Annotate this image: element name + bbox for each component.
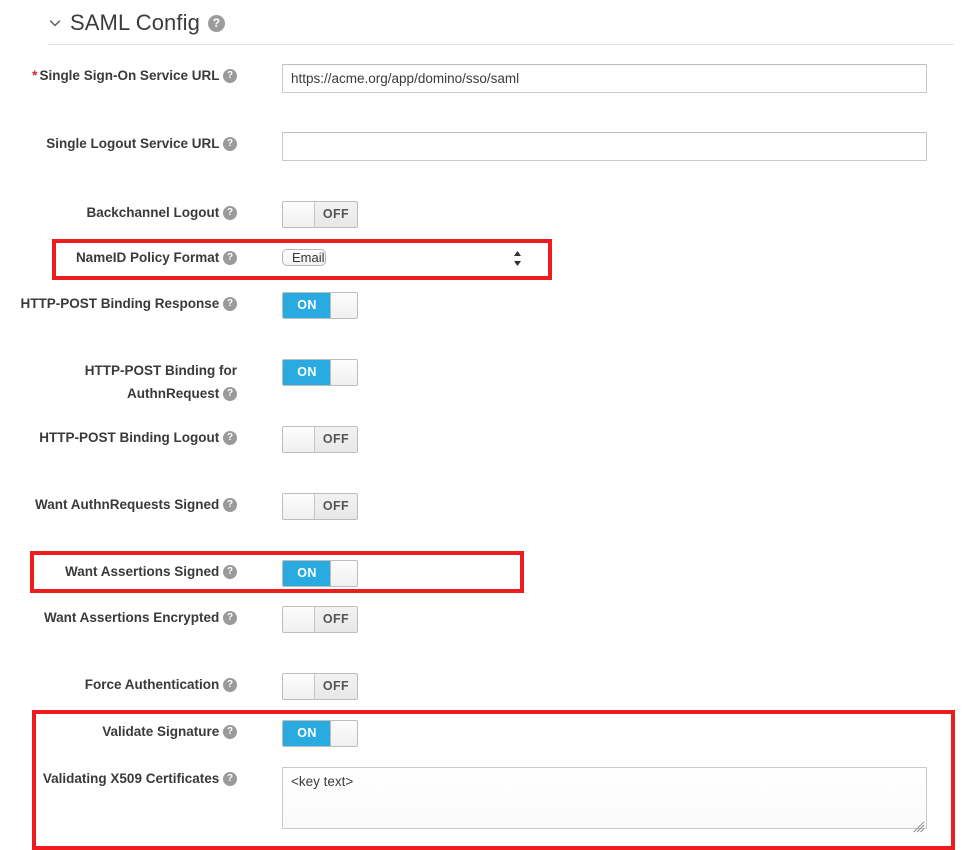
http-post-binding-response-toggle[interactable]: ON [282,292,358,319]
label-http-post-binding-logout: HTTP-POST Binding Logout ? [0,426,237,449]
toggle-state-label: ON [283,360,331,385]
help-circle-icon[interactable]: ? [223,431,237,446]
field-row-single-sign-on-service-url: * Single Sign-On Service URL ? [0,64,978,93]
chevron-down-icon[interactable] [48,16,62,30]
control-validating-x509-certificates [282,767,978,834]
label-want-authnrequests-signed: Want AuthnRequests Signed ? [0,493,237,516]
help-circle-icon[interactable]: ? [223,206,237,221]
validate-signature-toggle[interactable]: ON [282,720,358,747]
control-backchannel-logout: OFF [282,201,978,228]
field-row-single-logout-service-url: Single Logout Service URL ? [0,132,978,161]
toggle-state-label: ON [283,721,331,746]
required-marker: * [32,68,38,83]
toggle-state-label: ON [283,293,331,318]
toggle-knob [330,721,357,746]
backchannel-logout-toggle[interactable]: OFF [282,201,358,228]
field-row-http-post-binding-response: HTTP-POST Binding Response ? ON [0,292,978,319]
toggle-knob [283,427,315,452]
select-stepper-arrows-icon [513,249,522,268]
nameid-policy-format-select[interactable]: Email [282,246,530,271]
label-validating-x509-certificates: Validating X509 Certificates ? [0,767,237,790]
help-circle-icon[interactable]: ? [223,678,237,693]
control-want-authnrequests-signed: OFF [282,493,978,520]
toggle-knob [283,607,315,632]
label-backchannel-logout: Backchannel Logout ? [0,201,237,224]
control-validate-signature: ON [282,720,978,747]
page-title: SAML Config [70,10,200,35]
help-circle-icon[interactable]: ? [223,387,237,402]
label-single-logout-service-url: Single Logout Service URL ? [0,132,237,155]
field-row-backchannel-logout: Backchannel Logout ? OFF [0,201,978,228]
want-authnrequests-signed-toggle[interactable]: OFF [282,493,358,520]
help-circle-icon[interactable]: ? [223,137,237,152]
toggle-state-label: OFF [315,427,357,452]
toggle-knob [283,494,315,519]
single-logout-service-url-input[interactable] [282,132,927,161]
toggle-knob [330,293,357,318]
control-force-authentication: OFF [282,673,978,700]
want-assertions-signed-toggle[interactable]: ON [282,560,358,587]
label-force-authentication: Force Authentication ? [0,673,237,696]
help-circle-icon[interactable]: ? [223,498,237,513]
label-nameid-policy-format: NameID Policy Format ? [0,246,237,269]
toggle-knob [283,674,315,699]
header-divider [48,44,954,45]
label-http-post-binding-for-authnrequest: HTTP-POST Binding for AuthnRequest ? [84,363,237,402]
field-row-http-post-binding-logout: HTTP-POST Binding Logout ? OFF [0,426,978,453]
help-circle-icon[interactable]: ? [223,297,237,312]
control-http-post-binding-response: ON [282,292,978,319]
control-want-assertions-encrypted: OFF [282,606,978,633]
single-sign-on-service-url-input[interactable] [282,64,927,93]
validating-x509-certificates-wrap [282,767,927,834]
field-row-nameid-policy-format: NameID Policy Format ? Email [0,246,978,271]
toggle-state-label: OFF [315,607,357,632]
toggle-knob [330,360,357,385]
control-single-sign-on-service-url [282,64,978,93]
control-http-post-binding-logout: OFF [282,426,978,453]
toggle-state-label: OFF [315,494,357,519]
label-http-post-binding-response: HTTP-POST Binding Response ? [0,292,237,315]
field-row-want-assertions-encrypted: Want Assertions Encrypted ? OFF [0,606,978,633]
help-circle-icon[interactable]: ? [223,772,237,787]
http-post-binding-for-authnrequest-toggle[interactable]: ON [282,359,358,386]
help-circle-icon[interactable]: ? [223,565,237,580]
label-want-assertions-signed: Want Assertions Signed ? [0,560,237,583]
toggle-knob [283,202,315,227]
toggle-state-label: OFF [315,202,357,227]
label-single-sign-on-service-url: * Single Sign-On Service URL ? [0,64,237,87]
field-row-force-authentication: Force Authentication ? OFF [0,673,978,700]
help-circle-icon[interactable]: ? [223,69,237,84]
label-validate-signature: Validate Signature ? [0,720,237,743]
field-row-want-authnrequests-signed: Want AuthnRequests Signed ? OFF [0,493,978,520]
want-assertions-encrypted-toggle[interactable]: OFF [282,606,358,633]
control-single-logout-service-url [282,132,978,161]
field-row-http-post-binding-for-authnrequest: HTTP-POST Binding for AuthnRequest ? ON [0,359,978,405]
control-http-post-binding-for-authnrequest: ON [282,359,978,386]
control-want-assertions-signed: ON [282,560,978,587]
force-authentication-toggle[interactable]: OFF [282,673,358,700]
nameid-policy-format-value: Email [282,249,326,266]
section-header-saml-config[interactable]: SAML Config ? [48,10,225,36]
field-row-validate-signature: Validate Signature ? ON [0,720,978,747]
validating-x509-certificates-textarea[interactable] [282,767,927,829]
toggle-knob [330,561,357,586]
help-circle-icon[interactable]: ? [223,725,237,740]
toggle-state-label: ON [283,561,331,586]
help-circle-icon[interactable]: ? [223,251,237,266]
http-post-binding-logout-toggle[interactable]: OFF [282,426,358,453]
help-circle-icon[interactable]: ? [223,611,237,626]
field-row-validating-x509-certificates: Validating X509 Certificates ? [0,767,978,834]
field-row-want-assertions-signed: Want Assertions Signed ? ON [0,560,978,587]
help-circle-icon[interactable]: ? [207,14,225,32]
label-want-assertions-encrypted: Want Assertions Encrypted ? [0,606,237,629]
toggle-state-label: OFF [315,674,357,699]
control-nameid-policy-format: Email [282,246,978,271]
